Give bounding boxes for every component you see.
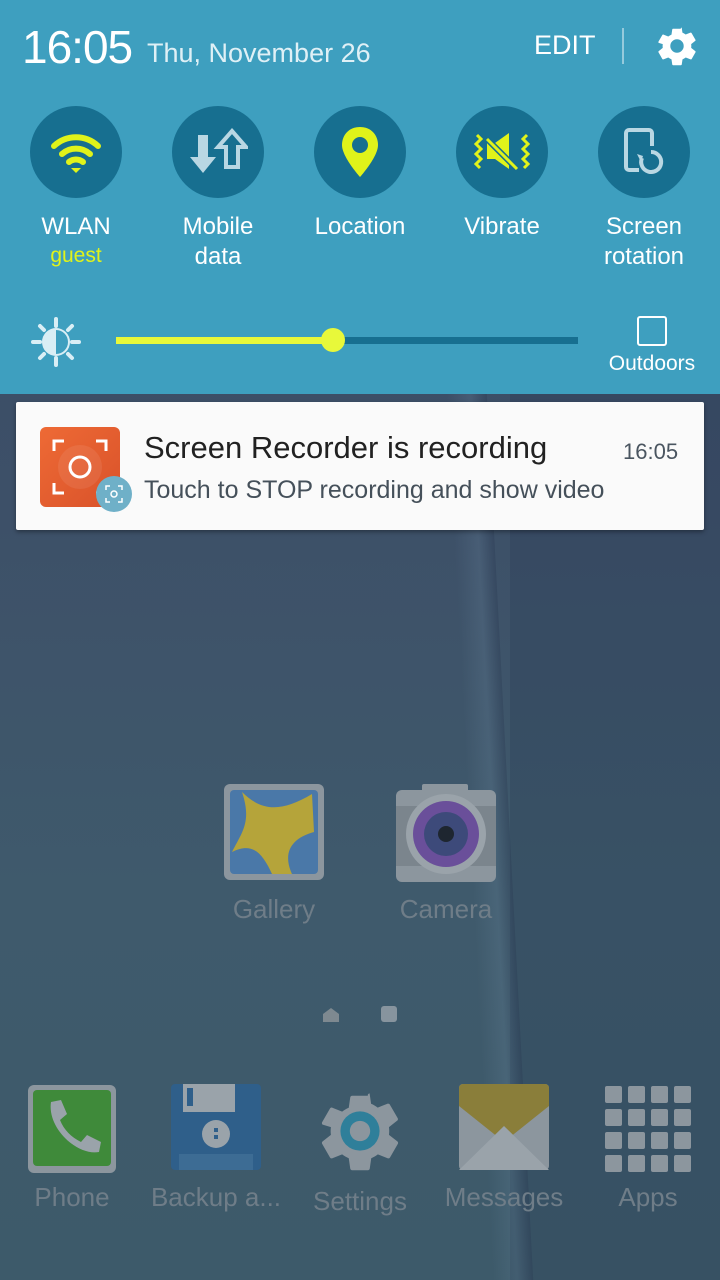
- dock-phone[interactable]: Phone: [2, 1084, 142, 1213]
- app-label: Apps: [618, 1182, 678, 1212]
- app-gallery[interactable]: Gallery: [204, 782, 344, 925]
- slider-thumb[interactable]: [321, 328, 346, 352]
- gear-icon[interactable]: [654, 23, 700, 69]
- outdoors-toggle[interactable]: Outdoors: [600, 316, 704, 376]
- quick-settings-panel: 16:05 Thu, November 26 EDIT WLAN guest M…: [0, 0, 720, 394]
- page-dot[interactable]: [381, 1006, 397, 1022]
- tile-label: WLAN: [41, 213, 111, 240]
- brightness-slider[interactable]: [116, 326, 578, 354]
- tile-mobile-data[interactable]: Mobile data: [147, 106, 289, 272]
- tile-vibrate[interactable]: Vibrate: [431, 106, 573, 242]
- wifi-icon: [51, 134, 101, 173]
- notification-body: Touch to STOP recording and show video: [144, 476, 605, 504]
- app-label: Messages: [444, 1182, 564, 1212]
- tile-sublabel: guest: [50, 244, 102, 267]
- outdoors-label: Outdoors: [608, 352, 696, 375]
- home-page-indicator-icon[interactable]: [323, 1008, 339, 1022]
- gallery-icon: [222, 782, 326, 886]
- page-indicator: [0, 1006, 720, 1026]
- app-label: Camera: [399, 894, 493, 924]
- outdoors-checkbox[interactable]: [637, 316, 667, 346]
- dock-settings[interactable]: Settings: [290, 1084, 430, 1217]
- notification-title: Screen Recorder is recording: [144, 430, 548, 465]
- tile-wlan[interactable]: WLAN guest: [5, 106, 147, 270]
- apps-grid-icon: [603, 1084, 693, 1174]
- notification-screen-recorder[interactable]: Screen Recorder is recording 16:05 Touch…: [16, 402, 704, 530]
- messages-icon: [459, 1084, 549, 1174]
- tile-label: Screen rotation: [603, 213, 685, 270]
- brightness-icon: [31, 317, 81, 367]
- notification-time: 16:05: [623, 439, 679, 464]
- dock-messages[interactable]: Messages: [434, 1084, 574, 1213]
- app-camera[interactable]: Camera: [376, 782, 516, 925]
- clock: 16:05: [22, 21, 133, 73]
- location-pin-icon: [342, 127, 378, 177]
- app-label: Settings: [313, 1186, 407, 1216]
- app-label: Gallery: [232, 894, 316, 924]
- tile-location[interactable]: Location: [289, 106, 431, 242]
- vibrate-icon: [473, 133, 531, 172]
- screen-capture-badge-icon: [96, 476, 132, 512]
- camera-icon: [394, 782, 498, 886]
- edit-button[interactable]: EDIT: [534, 30, 596, 61]
- tile-label: Mobile data: [182, 213, 254, 270]
- divider: [622, 28, 624, 64]
- tile-label: Vibrate: [464, 213, 540, 240]
- app-label: Backup a...: [150, 1182, 282, 1212]
- backup-icon: [171, 1084, 261, 1174]
- app-label: Phone: [34, 1182, 110, 1212]
- tile-screen-rotation[interactable]: Screen rotation: [573, 106, 715, 272]
- slider-fill: [116, 337, 334, 344]
- dock-backup[interactable]: Backup a...: [146, 1084, 286, 1213]
- dock-apps[interactable]: Apps: [578, 1084, 718, 1213]
- date: Thu, November 26: [147, 38, 371, 68]
- screen-rotation-icon: [624, 128, 664, 174]
- mobile-data-icon: [190, 127, 248, 173]
- settings-icon: [313, 1084, 407, 1178]
- tile-label: Location: [314, 213, 406, 240]
- phone-icon: [27, 1084, 117, 1174]
